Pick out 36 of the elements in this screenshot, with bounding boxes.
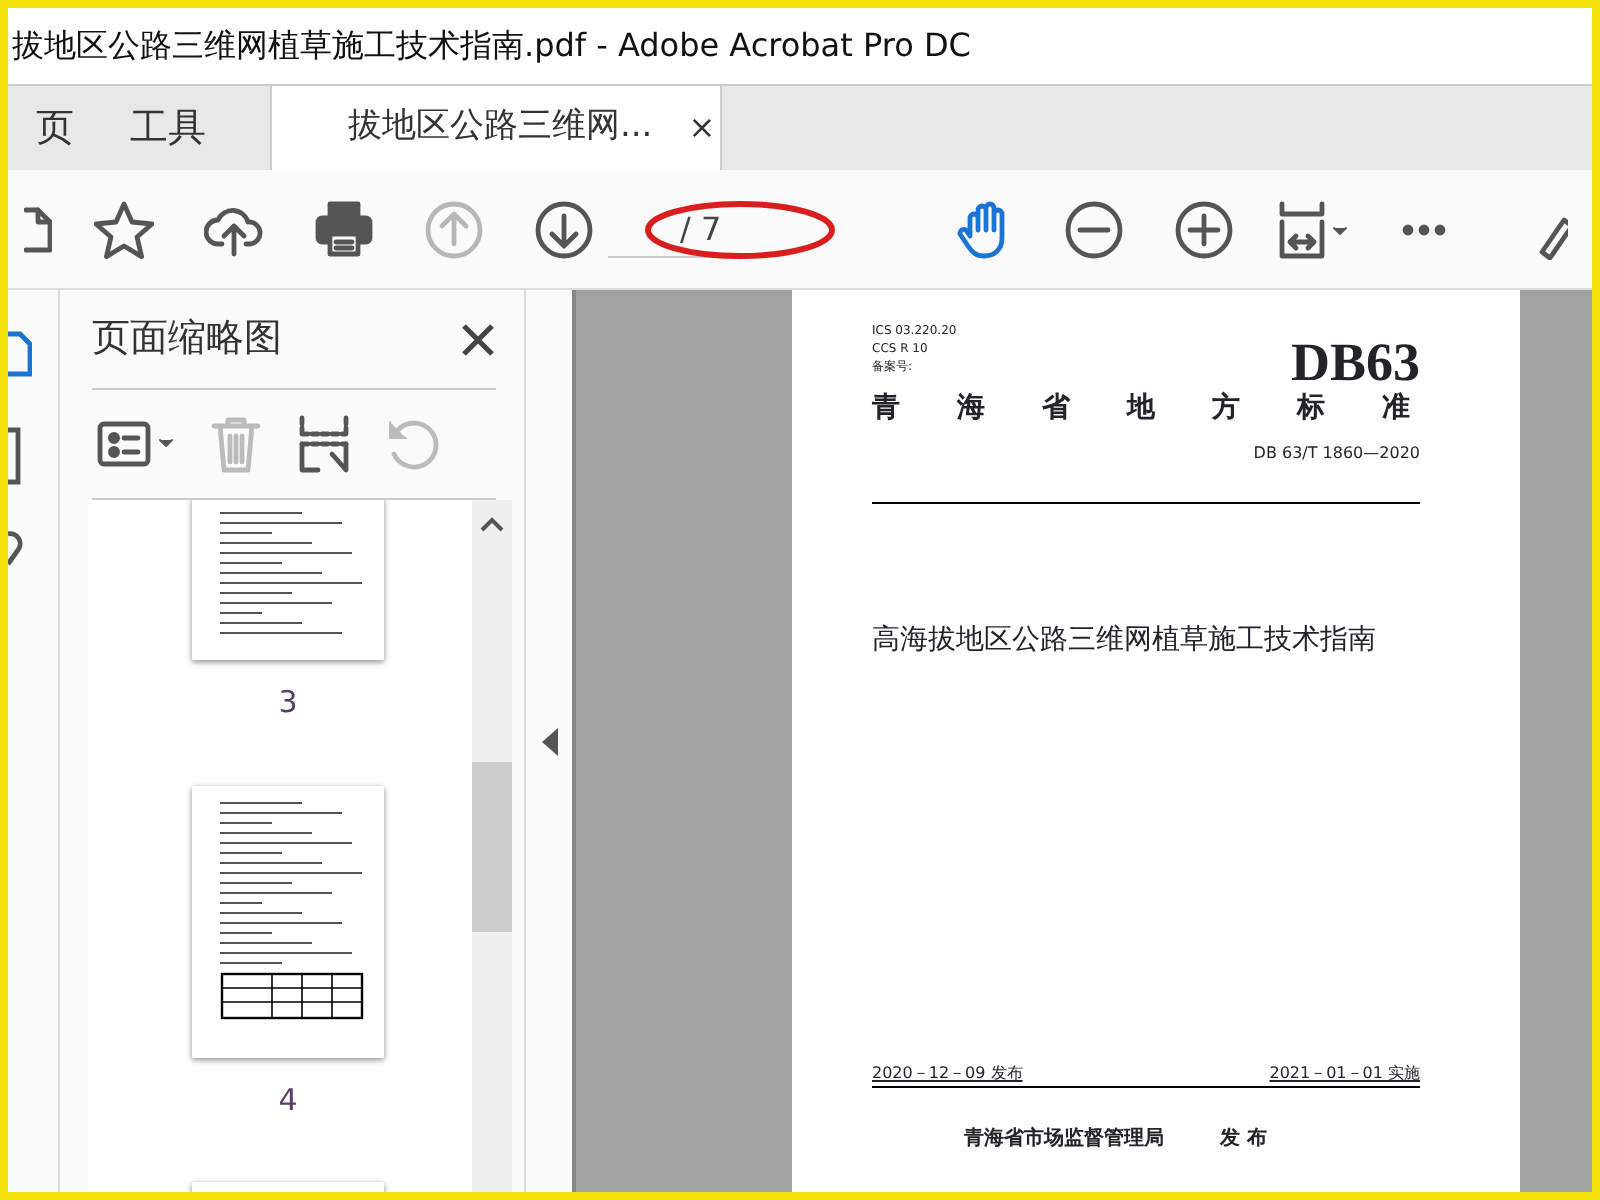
attachment-icon[interactable]: [8, 530, 24, 570]
page-thumbnail[interactable]: [192, 500, 384, 660]
bookmark-icon[interactable]: [8, 426, 24, 486]
split-page-icon[interactable]: [296, 414, 352, 474]
standard-code: DB63: [1290, 332, 1420, 392]
zoom-out-icon[interactable]: [1063, 199, 1123, 259]
scroll-thumb[interactable]: [472, 762, 512, 932]
effective-date: 2021－01－01 实施: [1269, 1062, 1420, 1086]
standard-number: DB 63/T 1860—2020: [1251, 442, 1420, 466]
zoom-in-icon[interactable]: [1173, 199, 1233, 259]
page-number: 3: [278, 682, 298, 724]
star-icon[interactable]: [93, 199, 153, 259]
fit-page-icon[interactable]: [1277, 199, 1349, 259]
tab[interactable]: 页: [8, 86, 102, 170]
scroll-up-icon[interactable]: [480, 516, 504, 532]
collapse-icon[interactable]: [541, 727, 557, 755]
document-title: 高海拔地区公路三维网植草施工技术指南: [872, 622, 1378, 660]
standard-category: 青海省地方标准: [872, 389, 1420, 428]
page-icon[interactable]: [24, 203, 52, 255]
arrow-down-circle-icon[interactable]: [533, 199, 593, 259]
scrollbar[interactable]: [472, 500, 512, 1192]
issue-label: 发 布: [1220, 1125, 1267, 1154]
issuer: 青海省市场监督管理局: [964, 1124, 1164, 1154]
tab[interactable]: 工具: [102, 86, 234, 170]
tab[interactable]: 拔地区公路三维网... ×: [270, 86, 722, 170]
print-icon[interactable]: [313, 199, 373, 259]
release-date: 2020－12－09 发布: [872, 1062, 1023, 1086]
page-number: 4: [278, 1079, 298, 1121]
window-title: 拔地区公路三维网植草施工技术指南.pdf - Adobe Acrobat Pro DC: [10, 24, 973, 68]
page-thumbnail[interactable]: [192, 785, 384, 1057]
list-options-icon[interactable]: [96, 416, 176, 472]
close-icon[interactable]: ×: [688, 104, 716, 152]
close-icon[interactable]: [460, 321, 496, 357]
page-thumbnails-icon[interactable]: [8, 330, 32, 382]
panel-title: 页面缩略图: [92, 314, 282, 365]
page-total: / 7: [680, 207, 722, 251]
